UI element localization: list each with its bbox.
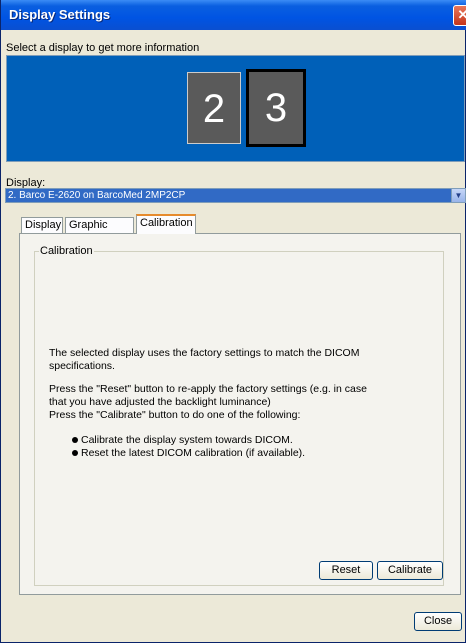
reset-button[interactable]: Reset xyxy=(319,561,373,580)
window-title: Display Settings xyxy=(9,7,111,22)
close-button[interactable]: Close xyxy=(414,612,462,631)
calibrate-instructions-line: Press the "Calibrate" button to do one o… xyxy=(49,409,301,421)
factory-settings-text-line2: specifications. xyxy=(49,360,115,372)
select-display-prompt: Select a display to get more information xyxy=(6,42,200,54)
reset-instructions-line1: Press the "Reset" button to re-apply the… xyxy=(49,383,367,395)
calibration-group-title: Calibration xyxy=(39,245,94,257)
monitor-2-tile[interactable]: 2 xyxy=(187,72,241,144)
calibration-groupbox: Calibration The selected display uses th… xyxy=(34,245,444,586)
bullet-item-calibrate: Calibrate the display system towards DIC… xyxy=(72,434,293,446)
reset-instructions-line2: that you have adjusted the backlight lum… xyxy=(49,396,271,408)
display-dropdown[interactable]: 2. Barco E-2620 on BarcoMed 2MP2CP ▼ xyxy=(5,188,466,203)
tab-display[interactable]: Display xyxy=(21,217,63,233)
tab-calibration[interactable]: Calibration xyxy=(136,214,196,234)
chevron-down-icon[interactable]: ▼ xyxy=(451,189,465,202)
factory-settings-text-line1: The selected display uses the factory se… xyxy=(49,347,360,359)
display-settings-window: Display Settings ✕ Select a display to g… xyxy=(0,0,466,643)
calibrate-button[interactable]: Calibrate xyxy=(377,561,443,580)
display-selector-panel: 2 3 xyxy=(6,55,465,162)
tab-graphic-board[interactable]: Graphic Board xyxy=(65,217,134,246)
monitor-3-tile[interactable]: 3 xyxy=(246,69,306,147)
display-dropdown-value: 2. Barco E-2620 on BarcoMed 2MP2CP xyxy=(8,190,186,201)
calibration-tab-panel: Calibration The selected display uses th… xyxy=(19,233,461,595)
window-close-icon[interactable]: ✕ xyxy=(453,5,466,26)
title-bar[interactable]: Display Settings xyxy=(1,0,466,30)
bullet-item-reset: Reset the latest DICOM calibration (if a… xyxy=(71,447,306,459)
